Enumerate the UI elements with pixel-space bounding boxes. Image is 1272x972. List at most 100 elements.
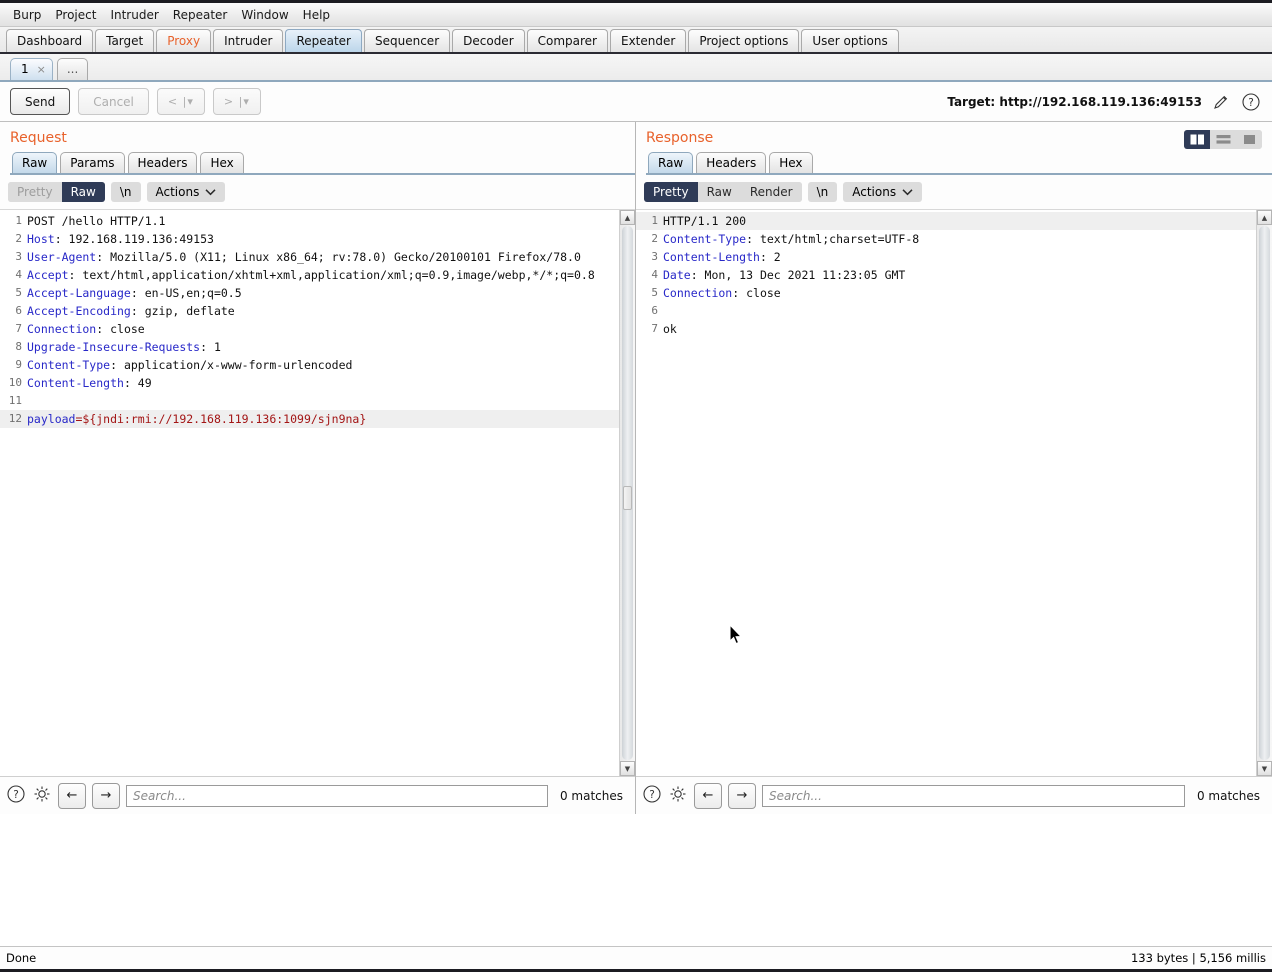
code-line: 9 Content-Type: application/x-www-form-ur… xyxy=(0,356,619,374)
scroll-up-icon[interactable]: ▲ xyxy=(1257,210,1272,225)
pane-splitter-handle[interactable] xyxy=(623,486,632,510)
line-number: 3 xyxy=(651,250,658,263)
menu-item-window[interactable]: Window xyxy=(234,6,295,24)
response-actions-label: Actions xyxy=(852,185,897,199)
response-scroll-thumb[interactable] xyxy=(1259,226,1270,760)
tab-sequencer[interactable]: Sequencer xyxy=(364,29,451,52)
line-text: POST /hello HTTP/1.1 xyxy=(27,214,166,228)
line-text xyxy=(663,302,1256,320)
scroll-up-icon[interactable]: ▲ xyxy=(620,210,635,225)
menu-item-repeater[interactable]: Repeater xyxy=(166,6,235,24)
scroll-down-icon[interactable]: ▼ xyxy=(1257,761,1272,776)
tab-project-options[interactable]: Project options xyxy=(688,29,800,52)
tab-target[interactable]: Target xyxy=(95,29,155,52)
response-search-bar: ? ← → 0 matches xyxy=(636,776,1272,814)
response-actions-button[interactable]: Actions xyxy=(843,182,923,202)
menu-item-help[interactable]: Help xyxy=(296,6,337,24)
add-repeater-tab-button[interactable]: ... xyxy=(56,58,89,80)
request-raw-button[interactable]: Raw xyxy=(61,182,105,202)
tab-proxy[interactable]: Proxy xyxy=(156,29,212,52)
request-search-input[interactable] xyxy=(126,784,548,807)
response-match-count: 0 matches xyxy=(1196,788,1260,803)
tab-user-options[interactable]: User options xyxy=(801,29,899,52)
response-pretty-button[interactable]: Pretty xyxy=(644,182,698,202)
layout-single-pane-button[interactable] xyxy=(1236,130,1262,149)
tab-comparer[interactable]: Comparer xyxy=(526,29,608,52)
repeater-tab-label: 1 xyxy=(21,62,29,76)
request-code-area[interactable]: 1 POST /hello HTTP/1.1 2 Host: 192.168.119.… xyxy=(0,210,619,776)
line-text: Date: Mon, 13 Dec 2021 11:23:05 GMT xyxy=(663,268,906,282)
line-number: 2 xyxy=(651,232,658,245)
line-text: Accept-Language: en-US,en;q=0.5 xyxy=(27,286,242,300)
request-tab-raw[interactable]: Raw xyxy=(12,152,58,173)
line-text: Content-Length: 49 xyxy=(27,376,152,390)
target-label: Target: http://192.168.119.136:49153 xyxy=(947,95,1202,109)
search-prev-button[interactable]: ← xyxy=(694,782,722,809)
response-search-input[interactable] xyxy=(762,784,1185,807)
close-icon[interactable]: × xyxy=(33,59,46,80)
response-tab-headers[interactable]: Headers xyxy=(696,152,767,173)
question-icon[interactable]: ? xyxy=(6,784,26,807)
response-raw-button[interactable]: Raw xyxy=(697,182,741,202)
send-button[interactable]: Send xyxy=(10,88,71,115)
repeater-tab-1[interactable]: 1 × xyxy=(10,58,53,80)
response-tab-bar: Raw Headers Hex xyxy=(646,152,1272,175)
tab-intruder[interactable]: Intruder xyxy=(213,29,284,52)
code-line: 10 Content-Length: 49 xyxy=(0,374,619,392)
line-number: 4 xyxy=(15,268,22,281)
tab-decoder[interactable]: Decoder xyxy=(452,29,525,52)
tab-extender[interactable]: Extender xyxy=(610,29,687,52)
request-editor[interactable]: 1 POST /hello HTTP/1.1 2 Host: 192.168.119.… xyxy=(0,209,635,776)
request-pretty-button: Pretty xyxy=(8,182,62,202)
response-newline-button[interactable]: \n xyxy=(807,182,838,202)
response-code-area[interactable]: 1 HTTP/1.1 200 2 Content-Type: text/html;ch… xyxy=(636,210,1256,776)
line-number: 12 xyxy=(8,412,22,425)
request-vertical-scrollbar[interactable]: ▲ ▼ xyxy=(619,210,635,776)
search-next-button[interactable]: → xyxy=(92,782,120,809)
code-line: 5 Connection: close xyxy=(636,284,1256,302)
question-icon[interactable]: ? xyxy=(642,784,662,807)
tab-dashboard[interactable]: Dashboard xyxy=(6,29,94,52)
pencil-icon[interactable] xyxy=(1210,91,1232,113)
response-editor[interactable]: 1 HTTP/1.1 200 2 Content-Type: text/html;ch… xyxy=(636,209,1272,776)
menu-item-burp[interactable]: Burp xyxy=(6,6,48,24)
line-text: User-Agent: Mozilla/5.0 (X11; Linux x86_… xyxy=(27,250,581,264)
menu-item-project[interactable]: Project xyxy=(48,6,103,24)
response-render-button[interactable]: Render xyxy=(740,182,802,202)
request-tab-headers[interactable]: Headers xyxy=(127,152,198,173)
request-newline-button[interactable]: \n xyxy=(110,182,141,202)
search-prev-button[interactable]: ← xyxy=(58,782,86,809)
svg-text:?: ? xyxy=(649,789,655,801)
layout-side-by-side-button[interactable] xyxy=(1184,130,1210,149)
question-icon[interactable]: ? xyxy=(1240,91,1262,113)
request-actions-label: Actions xyxy=(155,185,200,199)
request-tab-params[interactable]: Params xyxy=(60,152,125,173)
layout-stacked-button[interactable] xyxy=(1210,130,1236,149)
response-tab-hex[interactable]: Hex xyxy=(769,152,813,173)
response-editor-toolbar: Pretty Raw Render \n Actions xyxy=(636,175,1272,209)
request-tab-bar: Raw Params Headers Hex xyxy=(10,152,635,175)
scroll-down-icon[interactable]: ▼ xyxy=(620,761,635,776)
line-text: Content-Length: 2 xyxy=(663,250,781,264)
line-text: Connection: close xyxy=(663,286,781,300)
menu-item-intruder[interactable]: Intruder xyxy=(103,6,165,24)
search-next-button[interactable]: → xyxy=(728,782,756,809)
response-tab-raw[interactable]: Raw xyxy=(648,152,694,173)
status-bar: Done 133 bytes | 5,156 millis xyxy=(0,946,1272,972)
cancel-button: Cancel xyxy=(78,88,149,115)
gear-icon[interactable] xyxy=(668,784,688,807)
request-tab-hex[interactable]: Hex xyxy=(200,152,244,173)
code-line: 4 Accept: text/html,application/xhtml+xml… xyxy=(0,266,619,284)
code-line: 6 Accept-Encoding: gzip, deflate xyxy=(0,302,619,320)
request-title: Request xyxy=(10,130,67,146)
code-line: 1 HTTP/1.1 200 xyxy=(636,212,1256,230)
line-number: 3 xyxy=(15,250,22,263)
gear-icon[interactable] xyxy=(32,784,52,807)
line-number: 11 xyxy=(8,394,22,407)
menu-bar: Burp Project Intruder Repeater Window He… xyxy=(0,3,1272,27)
response-vertical-scrollbar[interactable]: ▲ ▼ xyxy=(1256,210,1272,776)
request-actions-button[interactable]: Actions xyxy=(146,182,226,202)
line-number: 6 xyxy=(15,304,22,317)
tab-repeater[interactable]: Repeater xyxy=(285,29,362,52)
code-line: 7 ok xyxy=(636,320,1256,338)
